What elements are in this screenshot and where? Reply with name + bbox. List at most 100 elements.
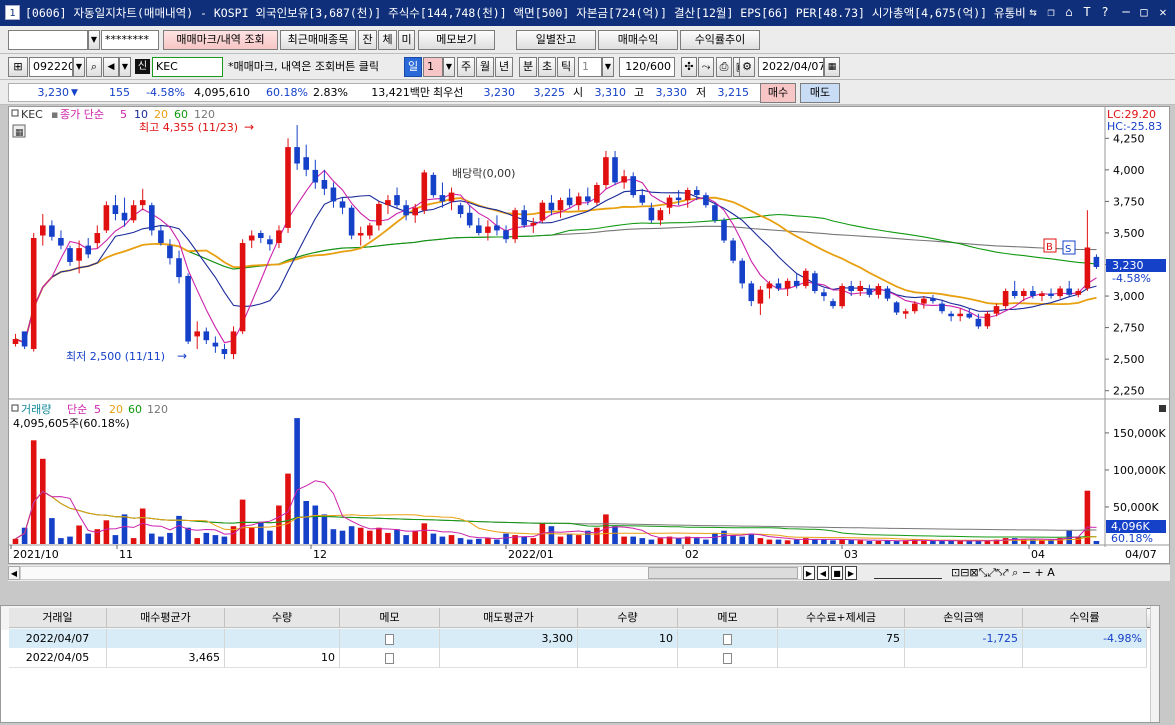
volume-bar xyxy=(185,527,191,544)
crosshair-icon[interactable]: ✣ xyxy=(681,57,697,77)
return-trend-button[interactable]: 수익률추이 xyxy=(680,30,760,50)
grid-cell xyxy=(440,648,578,668)
period-year-tab[interactable]: 년 xyxy=(495,57,513,77)
candle-down xyxy=(639,195,646,203)
candle-down xyxy=(1048,293,1054,296)
x-axis-label: 2022/01 xyxy=(508,548,554,561)
grid-cell[interactable] xyxy=(678,629,778,649)
stock-name-field[interactable]: KEC xyxy=(152,57,223,77)
memo-icon[interactable] xyxy=(723,652,732,664)
memo-icon[interactable] xyxy=(723,633,732,645)
balance-tab[interactable]: 잔 xyxy=(358,30,377,50)
candle-down xyxy=(403,205,409,216)
period-week-tab[interactable]: 주 xyxy=(457,57,475,77)
forward-icon[interactable]: ▶ xyxy=(845,566,857,580)
pin-icon[interactable]: ⌂ xyxy=(1061,4,1077,20)
candle-up xyxy=(1057,288,1063,297)
memo-view-button[interactable]: 메모보기 xyxy=(418,30,495,50)
volume-bar xyxy=(348,526,355,544)
stock-search-icon[interactable]: ⊞ xyxy=(8,57,28,77)
memo-icon[interactable] xyxy=(385,652,394,664)
speaker-dropdown-icon[interactable]: ▼ xyxy=(119,57,131,77)
grid-cell[interactable] xyxy=(340,648,440,668)
speaker-icon[interactable]: ◀ xyxy=(103,57,119,77)
stock-code-dropdown-icon[interactable]: ▼ xyxy=(73,57,85,77)
pending-tab[interactable]: 미 xyxy=(398,30,415,50)
period-dropdown-icon[interactable]: ▼ xyxy=(443,57,455,77)
account-dropdown-icon[interactable]: ▼ xyxy=(88,30,100,50)
toolbar-row-2: ⊞ 092220 ▼ ⌕ ◀ ▼ 신 KEC *매매마크, 내역은 조회버튼 클… xyxy=(0,54,1175,80)
daily-balance-button[interactable]: 일별잔고 xyxy=(516,30,596,50)
grid-header[interactable]: 손익금액 xyxy=(905,608,1023,628)
grid-header[interactable]: 수량 xyxy=(225,608,340,628)
scroll-left-icon[interactable]: ◀ xyxy=(8,566,20,580)
period-day-tab[interactable]: 일 xyxy=(404,57,422,77)
period-month-tab[interactable]: 월 xyxy=(476,57,494,77)
recent-items-button[interactable]: 최근매매종목 xyxy=(280,30,356,50)
search-icon[interactable]: ⌕ xyxy=(86,57,102,77)
candle-up xyxy=(421,172,428,211)
restore-window-icon[interactable]: ❐ xyxy=(1043,4,1059,20)
rewind-icon[interactable]: ◀ xyxy=(817,566,829,580)
grid-header[interactable]: 메모 xyxy=(678,608,778,628)
grid-cell: 75 xyxy=(778,629,905,649)
volume-bar xyxy=(830,540,836,544)
chart-canvas[interactable]: 4,2504,0003,7503,5003,2503,0002,7502,500… xyxy=(9,107,1169,563)
settings-gear-icon[interactable]: ⚙ xyxy=(739,57,755,77)
draw-tools-icon[interactable]: ⊡⊟⊠⤡⤢⤣⤤ ⌕ − + A xyxy=(951,565,1055,581)
volume-bar xyxy=(675,538,682,544)
trade-mark-lookup-button[interactable]: 매매마크/내역 조회 xyxy=(163,30,278,50)
link-icon[interactable]: ⇆ xyxy=(1025,4,1041,20)
grid-scrollbar[interactable] xyxy=(1150,606,1159,722)
grid-header[interactable]: 매도평균가 xyxy=(440,608,578,628)
minimize-icon[interactable]: ─ xyxy=(1118,4,1134,20)
memo-icon[interactable] xyxy=(385,633,394,645)
help-icon[interactable]: ? xyxy=(1097,4,1113,20)
password-input[interactable]: ******** xyxy=(101,30,159,50)
period-minute-tab[interactable]: 분 xyxy=(519,57,537,77)
execution-tab[interactable]: 체 xyxy=(378,30,397,50)
grid-header[interactable]: 메모 xyxy=(340,608,440,628)
tick-value-input[interactable]: 1 xyxy=(578,57,602,77)
data-count-field[interactable]: 120/600 xyxy=(619,57,675,77)
maximize-icon[interactable]: □ xyxy=(1136,4,1152,20)
print-icon[interactable]: ⎙ xyxy=(716,57,732,77)
candle-up xyxy=(1002,291,1009,307)
stock-code-input[interactable]: 092220 xyxy=(29,57,73,77)
candle-up xyxy=(385,200,391,206)
candle-up xyxy=(993,306,1000,314)
period-second-tab[interactable]: 초 xyxy=(538,57,556,77)
chart-area[interactable]: 4,2504,0003,7503,5003,2503,0002,7502,500… xyxy=(8,106,1170,564)
close-icon[interactable]: ✕ xyxy=(1155,4,1171,20)
buy-mark-letter: B xyxy=(1046,242,1053,253)
tick-dropdown-icon[interactable]: ▼ xyxy=(602,57,614,77)
grid-cell[interactable] xyxy=(340,629,440,649)
play-icon[interactable]: ▶ xyxy=(803,566,815,580)
buy-button[interactable]: 매수 xyxy=(760,83,796,103)
grid-header[interactable]: 매수평균가 xyxy=(107,608,225,628)
grid-header[interactable]: 수량 xyxy=(578,608,678,628)
sell-button[interactable]: 매도 xyxy=(800,83,840,103)
trend-tool-icon[interactable]: ⤳ xyxy=(698,57,714,77)
calendar-icon[interactable]: ▦ xyxy=(824,57,840,77)
zoom-slider[interactable] xyxy=(874,567,942,579)
stop-icon[interactable]: ■ xyxy=(831,566,843,580)
scroll-thumb[interactable] xyxy=(648,567,798,579)
high-label: 고 xyxy=(634,86,645,99)
grid-cell xyxy=(1023,648,1147,668)
grid-cell[interactable] xyxy=(678,648,778,668)
volume-bar xyxy=(1002,538,1009,544)
grid-header[interactable]: 수수료+제세금 xyxy=(778,608,905,628)
volume-bar xyxy=(757,538,764,544)
grid-header[interactable]: 수익률 xyxy=(1023,608,1147,628)
candle-up xyxy=(594,185,600,203)
account-input[interactable] xyxy=(8,30,88,50)
candle-down xyxy=(212,342,219,347)
font-size-icon[interactable]: T xyxy=(1079,4,1095,20)
grid-header[interactable]: 거래일 xyxy=(9,608,107,628)
date-input[interactable]: 2022/04/07 xyxy=(758,57,824,77)
trade-profit-button[interactable]: 매매수익 xyxy=(598,30,678,50)
volume-bar xyxy=(612,526,618,544)
period-value-input[interactable]: 1 xyxy=(423,57,443,77)
period-tick-tab[interactable]: 틱 xyxy=(557,57,575,77)
